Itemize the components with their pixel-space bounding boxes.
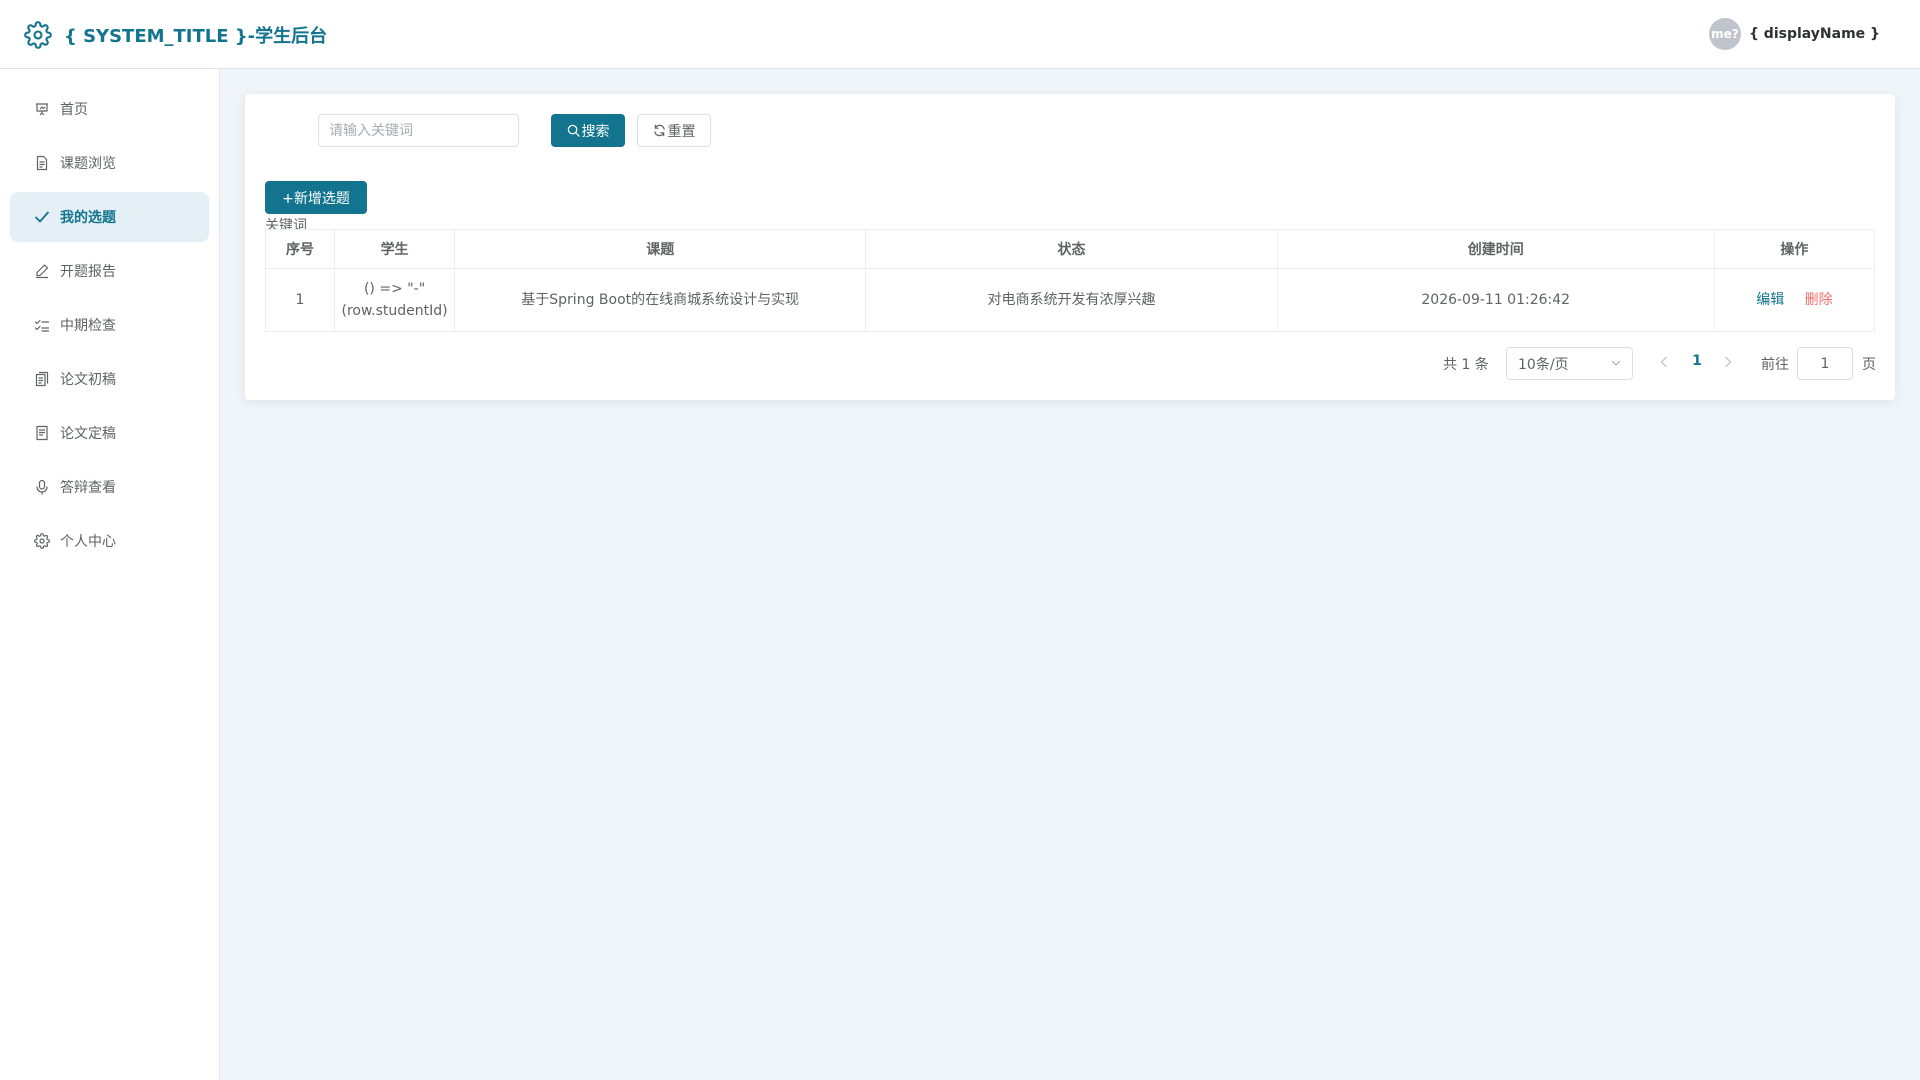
sidebar-item-label: 开题报告 — [60, 264, 116, 280]
sidebar-item-label: 答辩查看 — [60, 480, 116, 496]
reset-button[interactable]: 重置 — [637, 114, 711, 147]
edit-pen-icon — [34, 263, 50, 279]
pagination-total: 共 1 条 — [1443, 357, 1489, 373]
sidebar-item-label: 论文初稿 — [60, 372, 116, 388]
sidebar-item-defense-view[interactable]: 答辩查看 — [10, 462, 209, 512]
search-button[interactable]: 搜索 — [551, 114, 625, 147]
search-button-label: 搜索 — [581, 123, 610, 140]
sidebar-item-home[interactable]: 首页 — [10, 84, 209, 134]
checklist-icon — [34, 317, 50, 333]
gear-icon — [34, 533, 50, 549]
copy-document-icon — [34, 371, 50, 387]
page-size-value: 10条/页 — [1518, 356, 1569, 373]
page-suffix-label: 页 — [1862, 357, 1876, 373]
add-topic-button-label: +新增选题 — [282, 190, 350, 207]
sidebar: 首页 课题浏览 我的选题 开题报告 中期检查 论文初稿 论文定稿 答辩查看 个人… — [0, 69, 220, 1080]
sidebar-item-label: 论文定稿 — [60, 426, 116, 442]
add-topic-button[interactable]: +新增选题 — [265, 181, 367, 214]
column-header-student: 学生 — [334, 229, 456, 269]
sidebar-item-proposal-report[interactable]: 开题报告 — [10, 246, 209, 296]
cell-created: 2026-09-11 01:26:42 — [1276, 268, 1715, 332]
sidebar-item-label: 课题浏览 — [60, 156, 116, 172]
cell-topic: 基于Spring Boot的在线商城系统设计与实现 — [454, 268, 867, 332]
search-icon — [567, 124, 580, 137]
page-size-select[interactable]: 10条/页 — [1506, 347, 1633, 380]
sidebar-item-first-draft[interactable]: 论文初稿 — [10, 354, 209, 404]
avatar[interactable]: me? — [1708, 18, 1741, 50]
sidebar-item-profile[interactable]: 个人中心 — [10, 516, 209, 566]
column-header-index: 序号 — [264, 229, 336, 269]
sidebar-item-topic-browse[interactable]: 课题浏览 — [10, 138, 209, 188]
microphone-icon — [34, 479, 50, 495]
chevron-down-icon — [1611, 360, 1621, 366]
document-icon — [34, 155, 50, 171]
reset-button-label: 重置 — [667, 123, 696, 140]
top-header: { SYSTEM_TITLE }-学生后台 me? { displayName … — [0, 0, 1920, 69]
table-header-row: 序号 学生 课题 状态 创建时间 操作 — [264, 229, 1876, 269]
final-document-icon — [34, 425, 50, 441]
gear-logo-icon[interactable] — [24, 21, 52, 49]
refresh-icon — [653, 124, 665, 137]
sidebar-item-label: 我的选题 — [60, 210, 116, 226]
goto-label: 前往 — [1761, 357, 1789, 373]
column-header-created: 创建时间 — [1276, 229, 1715, 269]
chevron-left-icon[interactable] — [1656, 354, 1672, 370]
sidebar-item-label: 中期检查 — [60, 318, 116, 334]
sidebar-item-label: 首页 — [60, 102, 88, 118]
cell-status: 对电商系统开发有浓厚兴趣 — [865, 268, 1278, 332]
sidebar-item-final-draft[interactable]: 论文定稿 — [10, 408, 209, 458]
keyword-search-input[interactable] — [318, 114, 519, 147]
sidebar-item-label: 个人中心 — [60, 534, 116, 550]
edit-link[interactable]: 编辑 — [1756, 292, 1784, 308]
cell-student-line: (row.studentId) — [341, 303, 448, 319]
cell-index: 1 — [264, 268, 336, 332]
topic-table: 序号 学生 课题 状态 创建时间 操作 1 () => "-" (row.stu… — [264, 229, 1876, 332]
cell-student-line: () => "-" — [363, 281, 426, 297]
table-row: 1 () => "-" (row.studentId) 基于Spring Boo… — [264, 268, 1876, 332]
column-header-status: 状态 — [865, 229, 1278, 269]
cell-actions: 编辑 删除 — [1713, 268, 1876, 332]
goto-page-input[interactable] — [1797, 347, 1853, 380]
display-name[interactable]: { displayName } — [1749, 26, 1880, 42]
delete-link[interactable]: 删除 — [1805, 292, 1833, 308]
page-number-current[interactable]: 1 — [1686, 353, 1708, 373]
check-icon — [34, 209, 50, 225]
app-title: { SYSTEM_TITLE }-学生后台 — [64, 26, 328, 47]
user-menu[interactable]: me? { displayName } — [1708, 18, 1880, 50]
column-header-topic: 课题 — [454, 229, 867, 269]
column-header-actions: 操作 — [1713, 229, 1876, 269]
presentation-icon — [34, 101, 50, 117]
sidebar-item-midterm-check[interactable]: 中期检查 — [10, 300, 209, 350]
cell-student: () => "-" (row.studentId) — [334, 268, 456, 332]
sidebar-item-my-topics[interactable]: 我的选题 — [10, 192, 209, 242]
chevron-right-icon[interactable] — [1720, 354, 1736, 370]
